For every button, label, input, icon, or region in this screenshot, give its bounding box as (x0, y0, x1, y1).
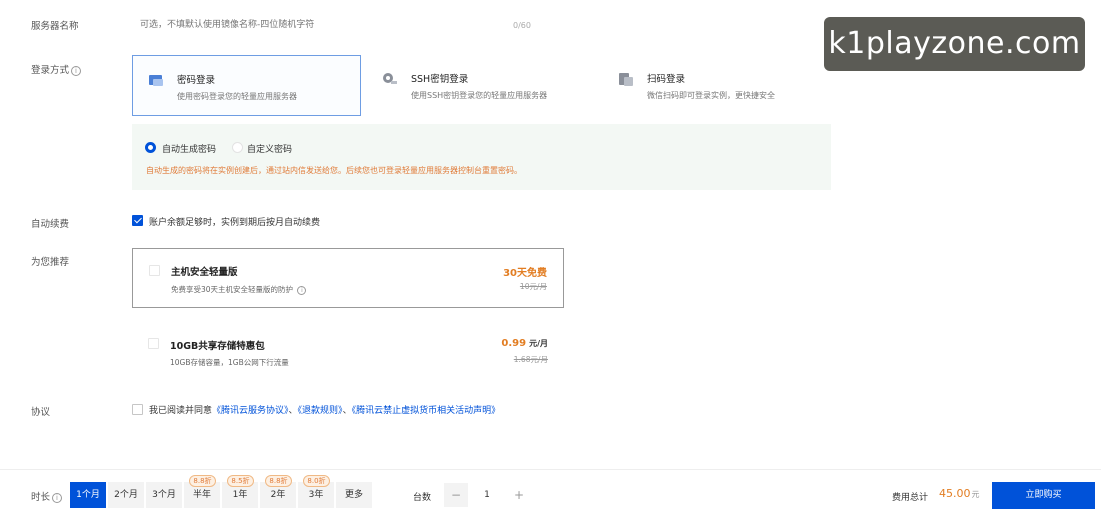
quantity-increment-button[interactable]: + (507, 483, 531, 507)
login-option-desc: 使用SSH密钥登录您的轻量应用服务器 (411, 91, 548, 100)
duration-label-text: 时长 (31, 492, 51, 503)
quantity-decrement-button[interactable]: − (444, 483, 468, 507)
duration-3-months[interactable]: 3个月 (146, 482, 182, 508)
recommend-title: 主机安全轻量版 (171, 267, 238, 278)
recommend-title: 10GB共享存储特惠包 (170, 341, 265, 352)
agreement-checkbox[interactable] (132, 404, 143, 415)
radio-auto-password[interactable] (145, 142, 156, 153)
recommend-item-storage[interactable]: 10GB共享存储特惠包 10GB存储容量，1GB公网下行流量 0.99 元/月 1… (132, 326, 564, 378)
server-name-input[interactable] (132, 14, 542, 36)
recommend-original-price: 10元/月 (519, 282, 547, 291)
qr-icon (619, 73, 633, 86)
server-name-counter: 0/60 (513, 21, 531, 30)
password-icon (149, 75, 163, 86)
discount-badge: 8.0折 (303, 475, 330, 487)
recommend-checkbox[interactable] (149, 265, 160, 276)
login-option-title: 密码登录 (177, 75, 216, 86)
discount-badge: 8.5折 (227, 475, 254, 487)
password-hint: 自动生成的密码将在实例创建后，通过站内信发送给您。后续您也可登录轻量应用服务器控… (146, 166, 522, 175)
recommend-price-unit: 元/月 (529, 339, 548, 348)
login-option-desc: 使用密码登录您的轻量应用服务器 (177, 92, 297, 101)
login-option-password[interactable]: 密码登录 使用密码登录您的轻量应用服务器 (132, 55, 361, 116)
link-refund-rules[interactable]: 《退款规则》 (298, 406, 343, 416)
info-icon[interactable]: i (297, 285, 307, 295)
password-panel: 自动生成密码 自定义密码 自动生成的密码将在实例创建后，通过站内信发送给您。后续… (132, 124, 831, 190)
radio-custom-password[interactable] (232, 142, 243, 153)
agreement-text: 我已阅读并同意《腾讯云服务协议》、《退款规则》、《腾讯云禁止虚拟货币相关活动声明… (149, 403, 500, 416)
total-price-value: 45.00 (939, 487, 971, 500)
duration-more[interactable]: 更多 (336, 482, 372, 508)
info-icon[interactable]: i (52, 492, 63, 503)
agreement-separator: 、 (342, 406, 352, 416)
login-method-label: 登录方式 i (31, 62, 82, 76)
auto-renew-checkbox[interactable] (132, 215, 143, 226)
buy-now-button[interactable]: 立即购买 (992, 482, 1095, 509)
link-crypto-statement[interactable]: 《腾讯云禁止虚拟货币相关活动声明》 (352, 406, 501, 416)
recommend-price: 30天免费 (503, 268, 547, 279)
info-icon[interactable]: i (71, 65, 82, 76)
agreement-prefix: 我已阅读并同意 (149, 406, 213, 416)
duration-label: 时长 i (31, 489, 63, 503)
duration-1-month[interactable]: 1个月 (70, 482, 106, 508)
login-option-title: SSH密钥登录 (411, 74, 469, 85)
recommend-price-value: 0.99 (501, 338, 527, 349)
agreement-separator: 、 (288, 406, 298, 416)
quantity-value[interactable]: 1 (468, 483, 506, 507)
agreement-label: 协议 (31, 407, 51, 418)
auto-renew-text: 账户余额足够时，实例到期后按月自动续费 (149, 218, 321, 228)
recommend-desc: 免费享受30天主机安全轻量版的防护 i (171, 284, 307, 295)
auto-renew-label: 自动续费 (31, 219, 70, 230)
recommend-label: 为您推荐 (31, 257, 70, 268)
duration-2-months[interactable]: 2个月 (108, 482, 144, 508)
quantity-label: 台数 (413, 493, 432, 503)
total-price: 45.00元 (939, 487, 980, 500)
login-option-title: 扫码登录 (647, 74, 686, 85)
login-option-ssh[interactable]: SSH密钥登录 使用SSH密钥登录您的轻量应用服务器 (367, 55, 596, 116)
login-method-text: 登录方式 (31, 65, 70, 76)
login-option-desc: 微信扫码即可登录实例，更快捷安全 (647, 91, 775, 100)
total-label: 费用总计 (892, 493, 929, 503)
login-option-qrcode[interactable]: 扫码登录 微信扫码即可登录实例，更快捷安全 (603, 55, 831, 116)
recommend-original-price: 1.68元/月 (513, 355, 548, 364)
radio-auto-password-label[interactable]: 自动生成密码 (162, 142, 216, 155)
key-icon (383, 73, 397, 84)
purchase-bar: 时长 i 1个月 2个月 3个月 半年 1年 2年 3年 更多 8.8折 8.5折… (0, 469, 1101, 518)
recommend-item-host-security[interactable]: 主机安全轻量版 免费享受30天主机安全轻量版的防护 i 30天免费 10元/月 (132, 248, 564, 308)
recommend-price: 0.99 元/月 (501, 338, 548, 349)
link-service-agreement[interactable]: 《腾讯云服务协议》 (212, 406, 289, 416)
recommend-desc: 10GB存储容量，1GB公网下行流量 (170, 358, 289, 367)
radio-custom-password-label[interactable]: 自定义密码 (247, 142, 292, 155)
discount-badge: 8.8折 (265, 475, 292, 487)
server-name-label: 服务器名称 (31, 21, 79, 32)
recommend-checkbox[interactable] (148, 338, 159, 349)
discount-badge: 8.8折 (189, 475, 216, 487)
watermark: k1playzone.com (824, 17, 1085, 71)
recommend-desc-text: 免费享受30天主机安全轻量版的防护 (171, 285, 294, 294)
total-price-unit: 元 (971, 490, 980, 499)
